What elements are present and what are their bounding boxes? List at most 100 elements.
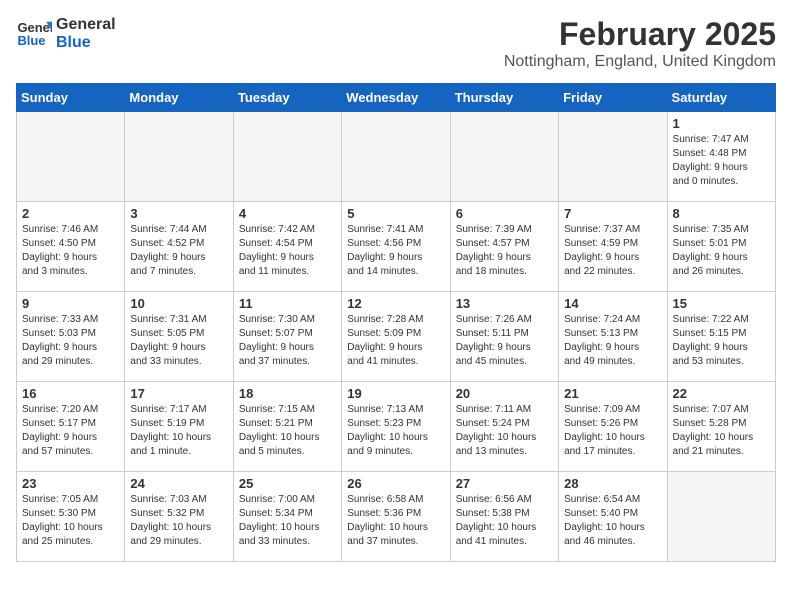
day-number: 13 [456,296,553,311]
calendar-cell [667,472,775,562]
day-info: Sunrise: 7:13 AM Sunset: 5:23 PM Dayligh… [347,403,444,459]
calendar-week-5: 23 Sunrise: 7:05 AM Sunset: 5:30 PM Dayli… [17,472,776,562]
calendar-header-row: SundayMondayTuesdayWednesdayThursdayFrid… [17,84,776,112]
day-number: 7 [564,206,661,221]
day-info: Sunrise: 6:58 AM Sunset: 5:36 PM Dayligh… [347,493,444,549]
calendar-week-1: 1 Sunrise: 7:47 AM Sunset: 4:48 PM Daylig… [17,112,776,202]
day-info: Sunrise: 7:39 AM Sunset: 4:57 PM Dayligh… [456,223,553,279]
day-info: Sunrise: 7:00 AM Sunset: 5:34 PM Dayligh… [239,493,336,549]
day-info: Sunrise: 7:35 AM Sunset: 5:01 PM Dayligh… [673,223,770,279]
day-info: Sunrise: 7:22 AM Sunset: 5:15 PM Dayligh… [673,313,770,369]
day-info: Sunrise: 7:09 AM Sunset: 5:26 PM Dayligh… [564,403,661,459]
calendar-header-wednesday: Wednesday [342,84,450,112]
title-area: February 2025 Nottingham, England, Unite… [504,16,776,71]
calendar-header-saturday: Saturday [667,84,775,112]
calendar-cell: 20 Sunrise: 7:11 AM Sunset: 5:24 PM Dayli… [450,382,558,472]
day-number: 11 [239,296,336,311]
day-number: 1 [673,116,770,131]
day-number: 3 [130,206,227,221]
calendar-cell: 23 Sunrise: 7:05 AM Sunset: 5:30 PM Dayli… [17,472,125,562]
calendar-header-sunday: Sunday [17,84,125,112]
calendar-cell: 9 Sunrise: 7:33 AM Sunset: 5:03 PM Daylig… [17,292,125,382]
calendar-cell: 11Sunrise: 7:30 AM Sunset: 5:07 PM Dayli… [233,292,341,382]
calendar-cell [450,112,558,202]
day-number: 23 [22,476,119,491]
day-info: Sunrise: 7:05 AM Sunset: 5:30 PM Dayligh… [22,493,119,549]
day-number: 14 [564,296,661,311]
calendar-cell: 21Sunrise: 7:09 AM Sunset: 5:26 PM Dayli… [559,382,667,472]
calendar-cell: 19Sunrise: 7:13 AM Sunset: 5:23 PM Dayli… [342,382,450,472]
location-subtitle: Nottingham, England, United Kingdom [504,53,776,71]
day-info: Sunrise: 7:31 AM Sunset: 5:05 PM Dayligh… [130,313,227,369]
day-number: 8 [673,206,770,221]
day-number: 22 [673,386,770,401]
day-number: 6 [456,206,553,221]
calendar-cell [342,112,450,202]
day-number: 20 [456,386,553,401]
calendar-table: SundayMondayTuesdayWednesdayThursdayFrid… [16,83,776,562]
day-number: 27 [456,476,553,491]
day-info: Sunrise: 7:42 AM Sunset: 4:54 PM Dayligh… [239,223,336,279]
day-info: Sunrise: 7:03 AM Sunset: 5:32 PM Dayligh… [130,493,227,549]
day-number: 18 [239,386,336,401]
day-number: 2 [22,206,119,221]
day-info: Sunrise: 7:24 AM Sunset: 5:13 PM Dayligh… [564,313,661,369]
calendar-cell: 25Sunrise: 7:00 AM Sunset: 5:34 PM Dayli… [233,472,341,562]
calendar-cell: 12 Sunrise: 7:28 AM Sunset: 5:09 PM Dayli… [342,292,450,382]
calendar-cell: 1 Sunrise: 7:47 AM Sunset: 4:48 PM Daylig… [667,112,775,202]
calendar-cell: 15 Sunrise: 7:22 AM Sunset: 5:15 PM Dayli… [667,292,775,382]
day-info: Sunrise: 7:20 AM Sunset: 5:17 PM Dayligh… [22,403,119,459]
day-info: Sunrise: 7:11 AM Sunset: 5:24 PM Dayligh… [456,403,553,459]
day-info: Sunrise: 7:15 AM Sunset: 5:21 PM Dayligh… [239,403,336,459]
day-number: 26 [347,476,444,491]
day-number: 24 [130,476,227,491]
calendar-cell: 14 Sunrise: 7:24 AM Sunset: 5:13 PM Dayli… [559,292,667,382]
calendar-cell: 4Sunrise: 7:42 AM Sunset: 4:54 PM Daylig… [233,202,341,292]
day-info: Sunrise: 7:33 AM Sunset: 5:03 PM Dayligh… [22,313,119,369]
calendar-cell: 17 Sunrise: 7:17 AM Sunset: 5:19 PM Dayli… [125,382,233,472]
calendar-cell: 3 Sunrise: 7:44 AM Sunset: 4:52 PM Daylig… [125,202,233,292]
calendar-cell: 5 Sunrise: 7:41 AM Sunset: 4:56 PM Daylig… [342,202,450,292]
calendar-week-3: 9 Sunrise: 7:33 AM Sunset: 5:03 PM Daylig… [17,292,776,382]
day-info: Sunrise: 7:07 AM Sunset: 5:28 PM Dayligh… [673,403,770,459]
day-info: Sunrise: 7:46 AM Sunset: 4:50 PM Dayligh… [22,223,119,279]
day-info: Sunrise: 7:47 AM Sunset: 4:48 PM Dayligh… [673,133,770,189]
day-number: 15 [673,296,770,311]
logo: General Blue General Blue [16,16,116,52]
day-info: Sunrise: 7:26 AM Sunset: 5:11 PM Dayligh… [456,313,553,369]
day-number: 28 [564,476,661,491]
day-number: 5 [347,206,444,221]
day-info: Sunrise: 7:17 AM Sunset: 5:19 PM Dayligh… [130,403,227,459]
day-info: Sunrise: 6:54 AM Sunset: 5:40 PM Dayligh… [564,493,661,549]
day-info: Sunrise: 7:41 AM Sunset: 4:56 PM Dayligh… [347,223,444,279]
calendar-header-tuesday: Tuesday [233,84,341,112]
calendar-cell: 27 Sunrise: 6:56 AM Sunset: 5:38 PM Dayli… [450,472,558,562]
svg-text:Blue: Blue [17,33,45,48]
header: General Blue General Blue February 2025 … [16,16,776,71]
calendar-cell: 26 Sunrise: 6:58 AM Sunset: 5:36 PM Dayli… [342,472,450,562]
calendar-header-thursday: Thursday [450,84,558,112]
day-number: 16 [22,386,119,401]
day-info: Sunrise: 6:56 AM Sunset: 5:38 PM Dayligh… [456,493,553,549]
calendar-cell [17,112,125,202]
calendar-cell: 8 Sunrise: 7:35 AM Sunset: 5:01 PM Daylig… [667,202,775,292]
calendar-cell: 24 Sunrise: 7:03 AM Sunset: 5:32 PM Dayli… [125,472,233,562]
logo-icon: General Blue [16,16,52,52]
day-info: Sunrise: 7:28 AM Sunset: 5:09 PM Dayligh… [347,313,444,369]
calendar-cell [125,112,233,202]
calendar-week-4: 16 Sunrise: 7:20 AM Sunset: 5:17 PM Dayli… [17,382,776,472]
day-number: 12 [347,296,444,311]
month-year-title: February 2025 [504,16,776,53]
calendar-cell: 22 Sunrise: 7:07 AM Sunset: 5:28 PM Dayli… [667,382,775,472]
calendar-cell [233,112,341,202]
day-number: 9 [22,296,119,311]
calendar-cell: 6 Sunrise: 7:39 AM Sunset: 4:57 PM Daylig… [450,202,558,292]
day-info: Sunrise: 7:44 AM Sunset: 4:52 PM Dayligh… [130,223,227,279]
calendar-header-monday: Monday [125,84,233,112]
day-number: 17 [130,386,227,401]
calendar-cell: 13 Sunrise: 7:26 AM Sunset: 5:11 PM Dayli… [450,292,558,382]
calendar-week-2: 2 Sunrise: 7:46 AM Sunset: 4:50 PM Daylig… [17,202,776,292]
day-info: Sunrise: 7:37 AM Sunset: 4:59 PM Dayligh… [564,223,661,279]
calendar-cell: 18 Sunrise: 7:15 AM Sunset: 5:21 PM Dayli… [233,382,341,472]
calendar-cell: 7 Sunrise: 7:37 AM Sunset: 4:59 PM Daylig… [559,202,667,292]
